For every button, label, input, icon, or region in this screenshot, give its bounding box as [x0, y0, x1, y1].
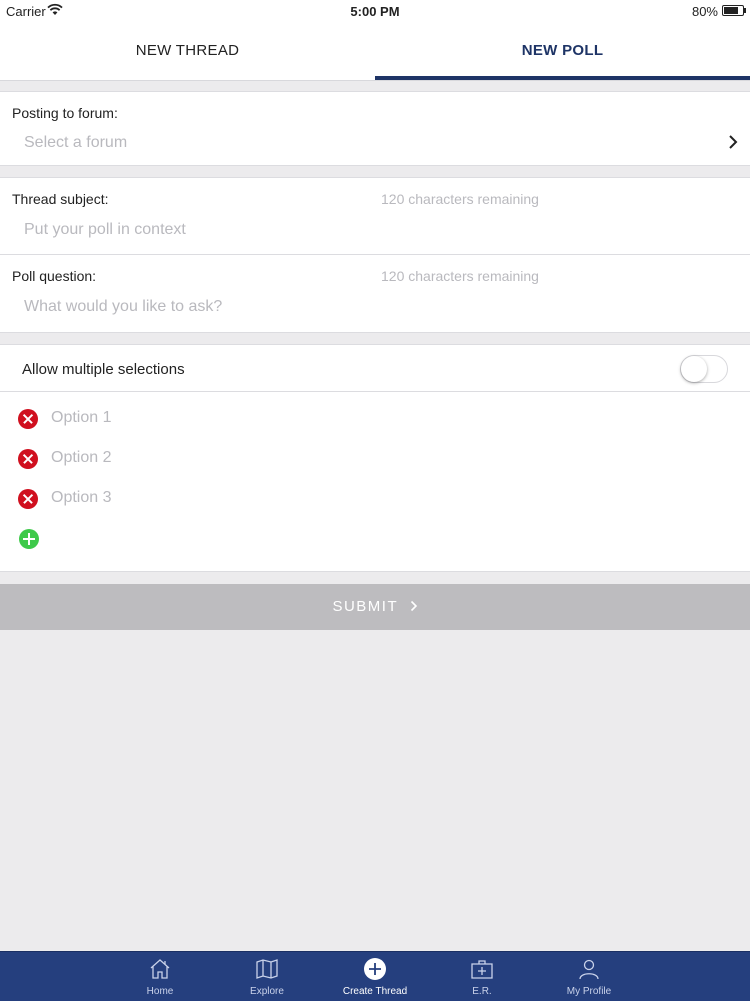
chevron-right-icon: [410, 600, 417, 612]
thread-subject-label: Thread subject:: [12, 191, 109, 207]
add-option-icon[interactable]: [19, 529, 39, 549]
thread-subject-remaining: 120 characters remaining: [381, 191, 539, 207]
submit-button[interactable]: SUBMIT: [0, 584, 750, 630]
allow-multiple-toggle[interactable]: [680, 355, 728, 383]
allow-multiple-label: Allow multiple selections: [22, 361, 185, 378]
poll-options-section: Allow multiple selections: [0, 344, 750, 572]
forum-placeholder: Select a forum: [24, 134, 128, 151]
toggle-knob: [681, 356, 707, 382]
nav-my-profile[interactable]: My Profile: [539, 952, 639, 1001]
nav-explore-label: Explore: [250, 986, 284, 997]
nav-home-label: Home: [146, 986, 174, 997]
plus-circle-icon: [364, 958, 386, 980]
first-aid-icon: [471, 960, 493, 979]
poll-text-section: Thread subject: 120 characters remaining…: [0, 177, 750, 333]
poll-question-remaining: 120 characters remaining: [381, 268, 539, 284]
tab-new-poll[interactable]: NEW POLL: [375, 22, 750, 80]
nav-home[interactable]: Home: [110, 952, 210, 1001]
nav-er-label: E.R.: [472, 986, 492, 997]
nav-explore[interactable]: Explore: [217, 952, 317, 1001]
person-icon: [579, 959, 599, 980]
clock: 5:00 PM: [350, 4, 400, 19]
forum-selector[interactable]: Posting to forum: Select a forum: [0, 91, 750, 166]
remove-option-icon[interactable]: [18, 449, 38, 469]
active-tab-indicator: [375, 76, 750, 80]
forum-label: Posting to forum:: [12, 105, 118, 121]
nav-create-thread-label: Create Thread: [342, 986, 408, 997]
thread-subject-input[interactable]: Put your poll in context: [24, 221, 186, 239]
poll-question-label: Poll question:: [12, 268, 97, 284]
chevron-right-icon: [729, 135, 738, 149]
nav-create-thread[interactable]: Create Thread: [325, 952, 425, 1001]
nav-er[interactable]: E.R.: [432, 952, 532, 1001]
tab-bar: NEW THREAD NEW POLL: [0, 22, 750, 81]
battery-percent: 80%: [691, 4, 718, 19]
divider: [0, 254, 750, 255]
home-icon: [150, 959, 170, 979]
option-input[interactable]: Option 3: [51, 489, 111, 507]
status-bar: Carrier 5:00 PM 80%: [0, 0, 750, 22]
submit-label: SUBMIT: [332, 598, 398, 615]
map-icon: [256, 959, 278, 979]
poll-question-input[interactable]: What would you like to ask?: [24, 298, 222, 316]
option-input[interactable]: Option 1: [51, 409, 111, 427]
battery-icon: [722, 5, 746, 16]
tab-new-thread[interactable]: NEW THREAD: [0, 22, 375, 80]
remove-option-icon[interactable]: [18, 489, 38, 509]
nav-my-profile-label: My Profile: [566, 986, 612, 997]
remove-option-icon[interactable]: [18, 409, 38, 429]
option-input[interactable]: Option 2: [51, 449, 111, 467]
divider: [0, 391, 750, 392]
bottom-nav: Home Explore Create Thread E.R. My Profi…: [0, 951, 750, 1001]
